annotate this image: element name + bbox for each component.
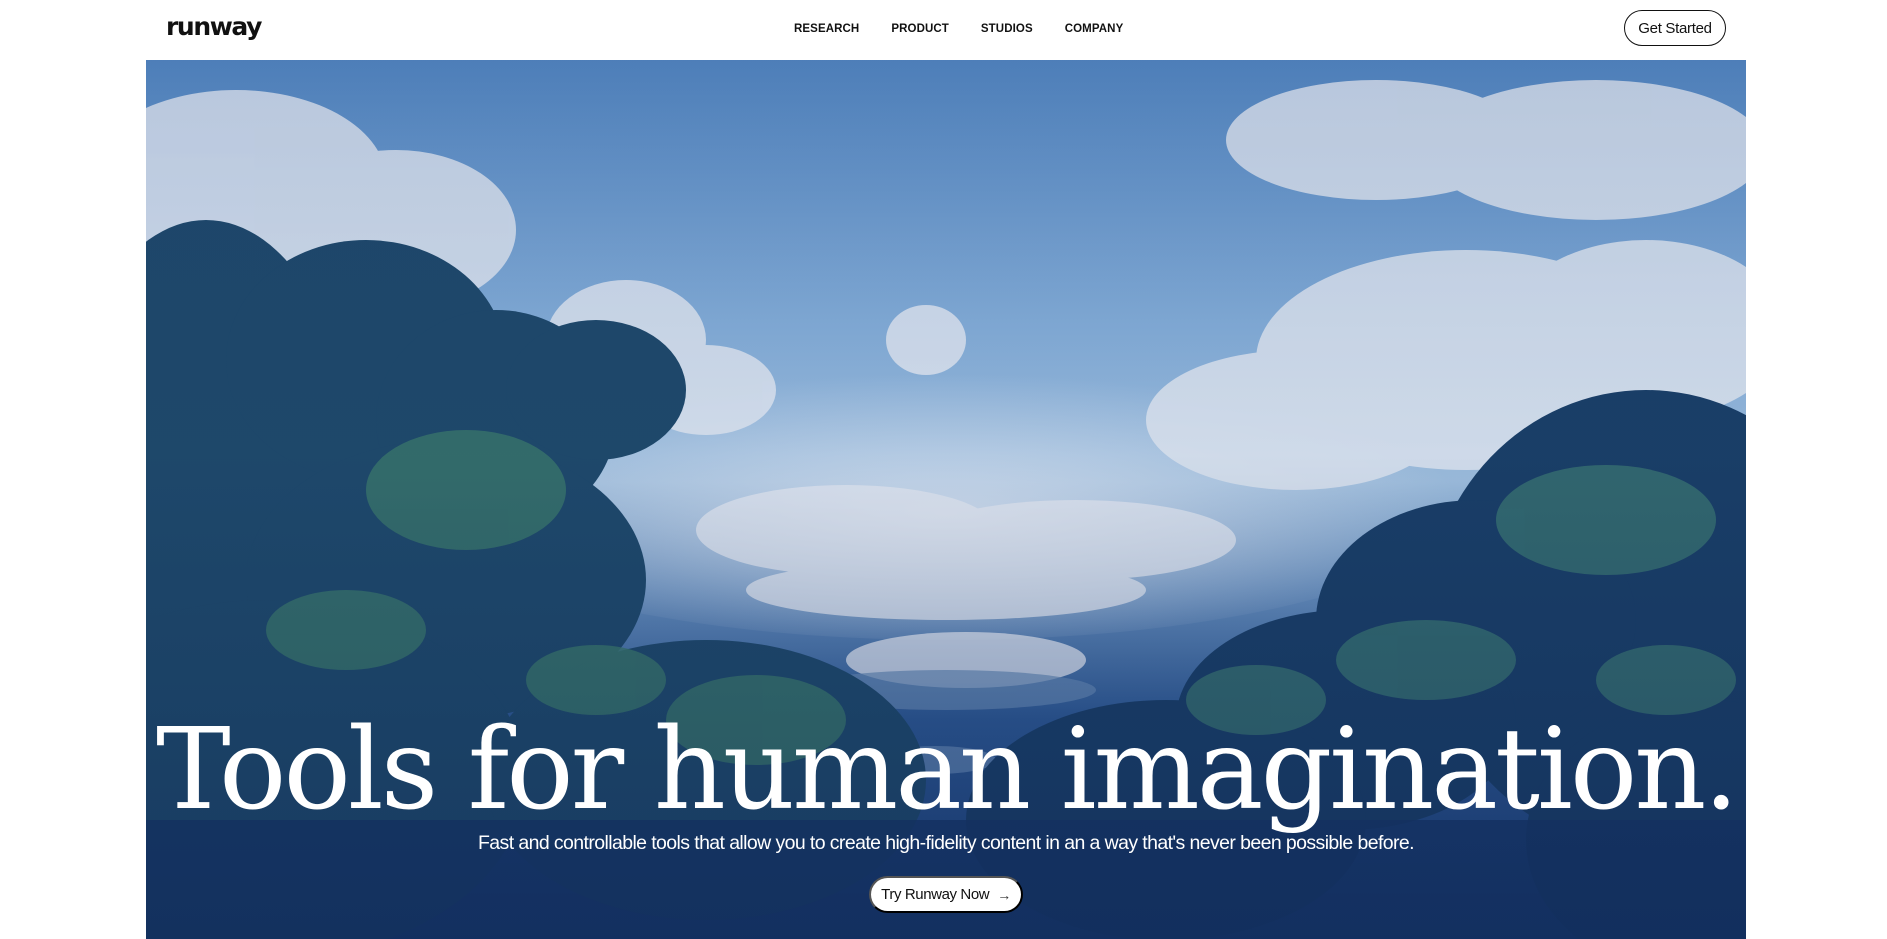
nav-studios[interactable]: STUDIOS — [981, 22, 1033, 37]
runway-logo[interactable]: runway — [166, 12, 262, 42]
nav-research[interactable]: RESEARCH — [794, 22, 859, 37]
main-nav: RESEARCH PRODUCT STUDIOS COMPANY — [794, 22, 1155, 37]
try-runway-now-label: Try Runway Now — [881, 886, 990, 903]
get-started-button[interactable]: Get Started — [1624, 10, 1726, 46]
nav-company[interactable]: COMPANY — [1065, 22, 1124, 37]
hero-headline: Tools for human imagination. — [156, 705, 1739, 835]
arrow-right-icon: → — [997, 886, 1011, 903]
top-navigation-bar: runway RESEARCH PRODUCT STUDIOS COMPANY … — [0, 0, 1887, 60]
try-runway-now-button[interactable]: Try Runway Now → — [869, 876, 1023, 913]
nav-product[interactable]: PRODUCT — [891, 22, 949, 37]
hero-subheading: Fast and controllable tools that allow y… — [478, 832, 1415, 854]
